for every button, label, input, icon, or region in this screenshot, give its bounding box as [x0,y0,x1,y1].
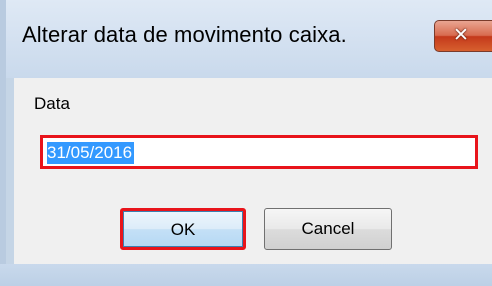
window-title: Alterar data de movimento caixa. [22,22,347,47]
cancel-button[interactable]: Cancel [264,208,392,250]
ok-button[interactable]: OK [120,208,246,250]
date-input[interactable]: 31/05/2016 [40,135,478,169]
dialog-body [14,78,492,264]
dialog-window: Alterar data de movimento caixa. ✕ Data … [0,0,492,286]
close-button[interactable]: ✕ [434,20,492,52]
date-label: Data [34,94,70,113]
date-input-selected-text[interactable]: 31/05/2016 [47,142,135,164]
window-frame-bottom [0,264,492,286]
title-bar[interactable]: Alterar data de movimento caixa. ✕ [0,0,492,78]
close-icon: ✕ [453,25,469,46]
window-frame-left [0,0,6,286]
